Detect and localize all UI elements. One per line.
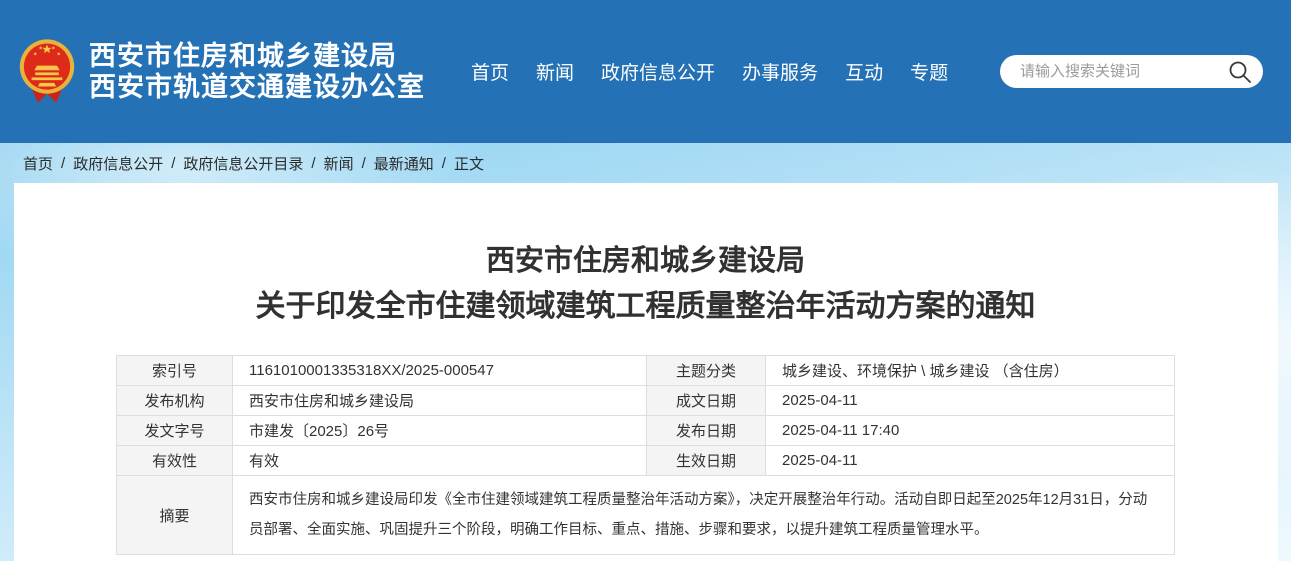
nav-gov-info-disclosure[interactable]: 政府信息公开 [601, 58, 715, 85]
page-title-line2: 关于印发全市住建领域建筑工程质量整治年活动方案的通知 [14, 283, 1278, 330]
breadcrumb-latest-notices[interactable]: 最新通知 [374, 153, 434, 174]
site-title-line2: 西安市轨道交通建设办公室 [89, 72, 425, 103]
search-icon[interactable] [1227, 59, 1253, 85]
meta-label-index-number: 索引号 [117, 356, 233, 386]
search-input[interactable] [1018, 62, 1227, 81]
meta-value-document-number: 市建发〔2025〕26号 [233, 416, 647, 446]
meta-label-effective-date: 生效日期 [647, 446, 766, 476]
breadcrumb-separator: / [171, 155, 175, 172]
table-row: 发文字号 市建发〔2025〕26号 发布日期 2025-04-11 17:40 [117, 416, 1175, 446]
breadcrumb-home[interactable]: 首页 [23, 153, 53, 174]
page-title-line1: 西安市住房和城乡建设局 [14, 239, 1278, 283]
meta-label-date-of-writing: 成文日期 [647, 386, 766, 416]
meta-label-topic-category: 主题分类 [647, 356, 766, 386]
nav-interaction[interactable]: 互动 [845, 58, 883, 85]
meta-label-issuing-agency: 发布机构 [117, 386, 233, 416]
national-emblem-icon [18, 38, 76, 106]
main-nav: 首页 新闻 政府信息公开 办事服务 互动 专题 [471, 58, 975, 85]
breadcrumb-separator: / [362, 155, 366, 172]
meta-label-publish-date: 发布日期 [647, 416, 766, 446]
table-row-summary: 摘要 西安市住房和城乡建设局印发《全市住建领域建筑工程质量整治年活动方案》，决定… [117, 476, 1175, 555]
nav-news[interactable]: 新闻 [536, 58, 574, 85]
breadcrumb: 首页 / 政府信息公开 / 政府信息公开目录 / 新闻 / 最新通知 / 正文 [0, 143, 1291, 183]
meta-value-index-number: 1161010001335318XX/2025-000547 [233, 356, 647, 386]
nav-topics[interactable]: 专题 [910, 58, 948, 85]
breadcrumb-current-page: 正文 [454, 153, 484, 174]
site-title: 西安市住房和城乡建设局 西安市轨道交通建设办公室 [89, 41, 425, 103]
content-card: 西安市住房和城乡建设局 关于印发全市住建领域建筑工程质量整治年活动方案的通知 索… [14, 183, 1278, 585]
document-meta-table: 索引号 1161010001335318XX/2025-000547 主题分类 … [116, 355, 1175, 555]
breadcrumb-gov-info[interactable]: 政府信息公开 [73, 153, 163, 174]
table-row: 有效性 有效 生效日期 2025-04-11 [117, 446, 1175, 476]
meta-label-abstract: 摘要 [117, 476, 233, 555]
meta-value-validity: 有效 [233, 446, 647, 476]
meta-value-publish-date: 2025-04-11 17:40 [766, 416, 1175, 446]
nav-home[interactable]: 首页 [471, 58, 509, 85]
meta-value-abstract: 西安市住房和城乡建设局印发《全市住建领域建筑工程质量整治年活动方案》，决定开展整… [233, 476, 1175, 555]
breadcrumb-news[interactable]: 新闻 [324, 153, 354, 174]
breadcrumb-separator: / [61, 155, 65, 172]
page-title: 西安市住房和城乡建设局 关于印发全市住建领域建筑工程质量整治年活动方案的通知 [14, 183, 1278, 330]
site-header: 西安市住房和城乡建设局 西安市轨道交通建设办公室 首页 新闻 政府信息公开 办事… [0, 0, 1291, 143]
meta-value-topic-category: 城乡建设、环境保护 \ 城乡建设 （含住房） [766, 356, 1175, 386]
meta-label-validity: 有效性 [117, 446, 233, 476]
meta-value-issuing-agency: 西安市住房和城乡建设局 [233, 386, 647, 416]
site-title-line1: 西安市住房和城乡建设局 [89, 41, 425, 72]
meta-value-effective-date: 2025-04-11 [766, 446, 1175, 476]
table-row: 发布机构 西安市住房和城乡建设局 成文日期 2025-04-11 [117, 386, 1175, 416]
breadcrumb-gov-info-catalog[interactable]: 政府信息公开目录 [183, 153, 303, 174]
breadcrumb-separator: / [311, 155, 315, 172]
nav-services[interactable]: 办事服务 [742, 58, 818, 85]
table-row: 索引号 1161010001335318XX/2025-000547 主题分类 … [117, 356, 1175, 386]
meta-label-document-number: 发文字号 [117, 416, 233, 446]
meta-value-date-of-writing: 2025-04-11 [766, 386, 1175, 416]
site-logo[interactable]: 西安市住房和城乡建设局 西安市轨道交通建设办公室 [18, 38, 425, 106]
page: 西安市住房和城乡建设局 西安市轨道交通建设办公室 首页 新闻 政府信息公开 办事… [0, 0, 1291, 561]
breadcrumb-separator: / [442, 155, 446, 172]
search-box [1000, 55, 1263, 88]
